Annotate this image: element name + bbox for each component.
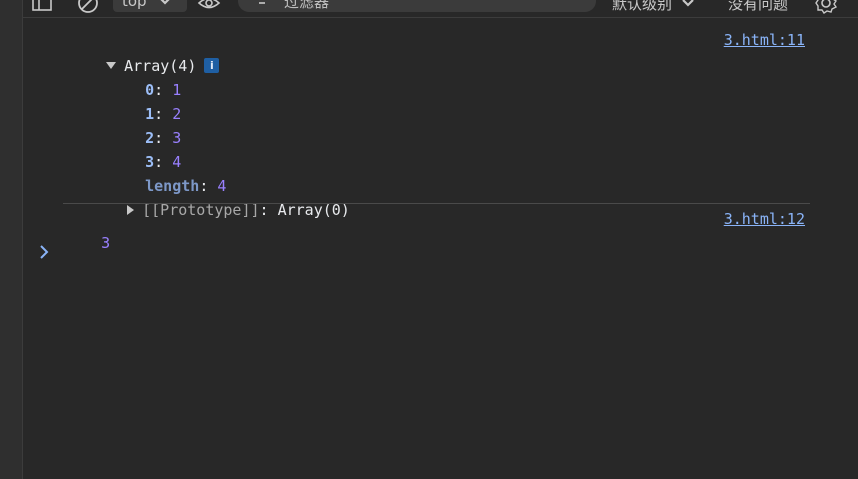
console-output: Array(4) i 3.html:11 0: 1 1: 2 2: 3 3: 4 … <box>23 18 858 479</box>
expand-triangle-icon[interactable] <box>127 205 135 215</box>
chevron-down-icon <box>682 0 694 7</box>
issues-label[interactable]: 没有问题 <box>728 0 788 14</box>
source-link[interactable]: 3.html:12 <box>724 207 805 231</box>
filter-icon <box>259 2 265 4</box>
clear-console-icon[interactable] <box>77 0 99 14</box>
log-value: 3 <box>101 234 111 252</box>
log-levels-dropdown[interactable]: 默认级别 <box>612 0 694 14</box>
prototype-row[interactable]: [[Prototype]]: Array(0) <box>91 174 350 246</box>
chevron-down-icon <box>160 0 170 5</box>
info-icon[interactable]: i <box>204 58 220 73</box>
sidebar-icon[interactable] <box>31 0 53 14</box>
eye-icon[interactable] <box>197 0 221 14</box>
context-label: top <box>122 0 147 10</box>
message-divider <box>63 203 810 204</box>
context-selector[interactable]: top <box>113 0 187 12</box>
left-panel-edge <box>0 0 23 479</box>
source-link[interactable]: 3.html:11 <box>724 28 805 52</box>
filter-input[interactable]: 过滤器 <box>238 0 596 12</box>
prompt-chevron-icon[interactable] <box>39 242 49 266</box>
filter-placeholder: 过滤器 <box>284 0 330 11</box>
console-toolbar: top 过滤器 默认级别 没有问题 <box>23 0 858 18</box>
log-message-row: 3 <box>65 207 110 279</box>
settings-gear-icon[interactable] <box>814 0 838 14</box>
log-levels-label: 默认级别 <box>612 0 673 13</box>
